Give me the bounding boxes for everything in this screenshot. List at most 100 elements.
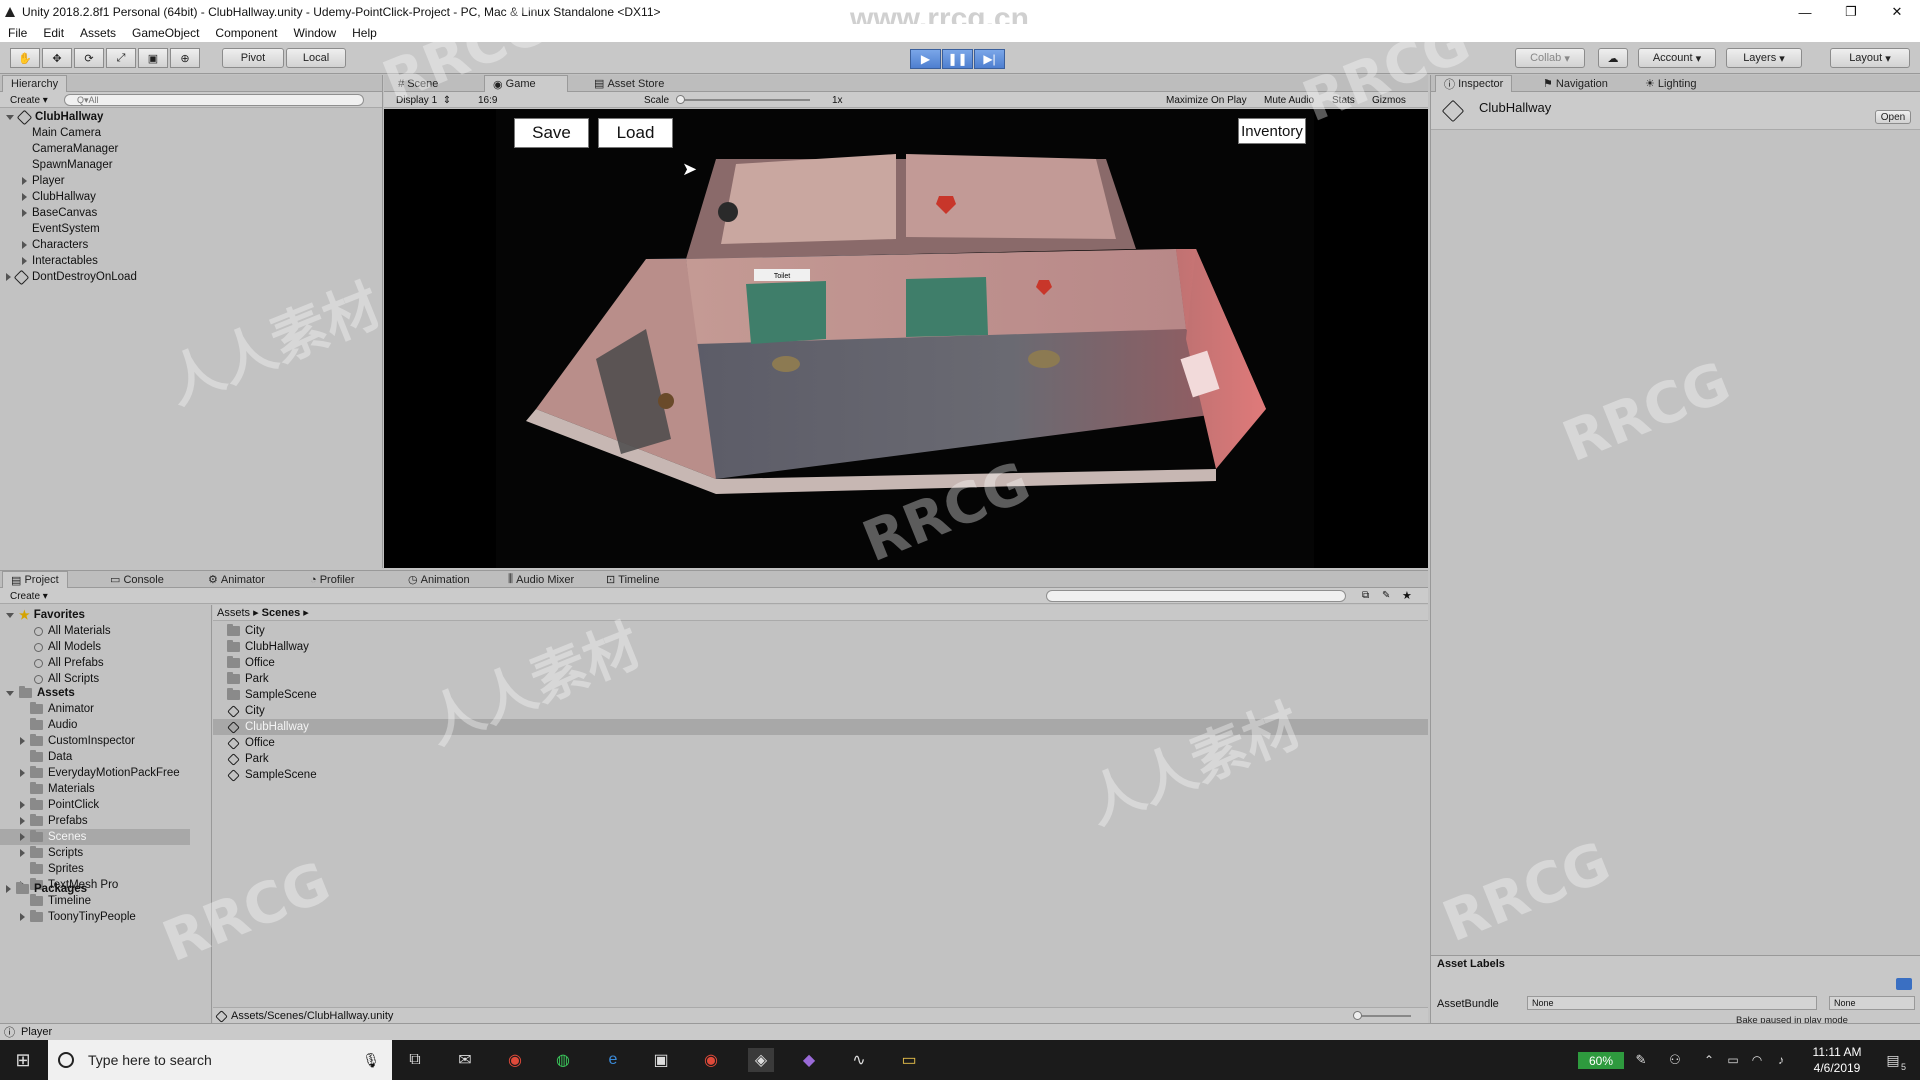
scale-tool-icon[interactable]: ⤢ xyxy=(106,48,136,68)
packages-root[interactable]: Packages xyxy=(6,881,87,897)
asset-folder-item[interactable]: Scenes xyxy=(0,829,190,845)
account-dropdown[interactable]: Account ▾ xyxy=(1638,48,1716,68)
hierarchy-item[interactable]: Player xyxy=(22,173,65,189)
label-tag-icon[interactable] xyxy=(1896,978,1912,990)
project-content-item[interactable]: Park xyxy=(213,671,1428,687)
step-button[interactable]: ▶| xyxy=(974,49,1005,69)
tab-lighting[interactable]: ☀ Lighting xyxy=(1637,75,1704,92)
unity-taskbar-icon[interactable]: ◈ xyxy=(748,1048,774,1072)
hierarchy-create-button[interactable]: Create ▾ xyxy=(6,94,52,107)
wifi-icon[interactable]: ◠ xyxy=(1744,1048,1770,1072)
volume-icon[interactable]: ♪ xyxy=(1768,1048,1794,1072)
assetbundle-dropdown[interactable]: None xyxy=(1527,996,1817,1010)
project-content-item[interactable]: ClubHallway xyxy=(213,719,1428,735)
asset-folder-item[interactable]: PointClick xyxy=(20,797,99,813)
project-content-item[interactable]: Park xyxy=(213,751,1428,767)
project-content-item[interactable]: SampleScene xyxy=(213,767,1428,783)
project-content-item[interactable]: Office xyxy=(213,735,1428,751)
project-create-button[interactable]: Create ▾ xyxy=(6,590,52,603)
hierarchy-item[interactable]: BaseCanvas xyxy=(22,205,97,221)
assetbundle-variant-dropdown[interactable]: None xyxy=(1829,996,1915,1010)
menu-assets[interactable]: Assets xyxy=(72,26,124,40)
tab-profiler[interactable]: ◔ Profiler xyxy=(302,571,363,588)
tab-scene[interactable]: # Scene xyxy=(390,75,446,92)
tab-animator[interactable]: ⚙ Animator xyxy=(200,571,273,588)
favorite-item[interactable]: All Materials xyxy=(34,623,111,639)
hierarchy-scene-root[interactable]: ClubHallway xyxy=(6,109,103,125)
tab-project[interactable]: ▤ Project xyxy=(2,571,68,588)
scale-slider-handle[interactable] xyxy=(676,95,685,104)
layers-dropdown[interactable]: Layers ▾ xyxy=(1726,48,1802,68)
pen-icon[interactable]: ✎ xyxy=(1628,1048,1654,1072)
display-dropdown[interactable]: Display 1 ⇕ xyxy=(392,94,462,107)
load-button[interactable]: Load xyxy=(598,118,673,148)
mute-audio-toggle[interactable]: Mute Audio xyxy=(1260,94,1318,107)
hierarchy-item[interactable]: EventSystem xyxy=(22,221,100,237)
project-content-item[interactable]: Office xyxy=(213,655,1428,671)
pivot-toggle[interactable]: Pivot xyxy=(222,48,284,68)
menu-edit[interactable]: Edit xyxy=(35,26,72,40)
hierarchy-item[interactable]: Interactables xyxy=(22,253,98,269)
hierarchy-item[interactable]: Main Camera xyxy=(22,125,101,141)
project-content-item[interactable]: SampleScene xyxy=(213,687,1428,703)
taskbar-search-box[interactable]: Type here to search 🎙 xyxy=(48,1040,392,1080)
asset-folder-item[interactable]: ToonyTinyPeople xyxy=(20,909,136,925)
scale-slider[interactable] xyxy=(680,99,810,101)
favorites-root[interactable]: ★ Favorites xyxy=(6,607,85,623)
chrome-profile-icon[interactable]: ◉ xyxy=(698,1048,724,1072)
menu-help[interactable]: Help xyxy=(344,26,385,40)
project-content-item[interactable]: City xyxy=(213,623,1428,639)
pause-button[interactable]: ❚❚ xyxy=(942,49,973,69)
file-explorer-icon[interactable]: ▭ xyxy=(896,1048,922,1072)
asset-folder-item[interactable]: Prefabs xyxy=(20,813,88,829)
tab-hierarchy[interactable]: Hierarchy xyxy=(2,75,68,92)
project-search-input[interactable] xyxy=(1046,590,1346,602)
rect-tool-icon[interactable]: ▣ xyxy=(138,48,168,68)
visual-studio-icon[interactable]: ◆ xyxy=(796,1048,822,1072)
menu-component[interactable]: Component xyxy=(207,26,285,40)
hierarchy-dontdestroy[interactable]: DontDestroyOnLoad xyxy=(6,269,137,285)
hierarchy-item[interactable]: ClubHallway xyxy=(22,189,96,205)
assets-root[interactable]: Assets xyxy=(6,685,75,701)
task-view-icon[interactable]: ⧉ xyxy=(402,1048,428,1072)
tab-game[interactable]: ◉ Game xyxy=(484,75,568,92)
restore-button[interactable]: ❐ xyxy=(1828,0,1874,24)
tab-navigation[interactable]: ⚑ Navigation xyxy=(1535,75,1616,92)
project-content-item[interactable]: ClubHallway xyxy=(213,639,1428,655)
layout-dropdown[interactable]: Layout ▾ xyxy=(1830,48,1910,68)
windows-start-icon[interactable]: ⊞ xyxy=(10,1048,36,1072)
gizmos-dropdown[interactable]: Gizmos xyxy=(1368,94,1410,107)
collab-dropdown[interactable]: Collab ▾ xyxy=(1515,48,1585,68)
chrome-icon[interactable]: ◉ xyxy=(502,1048,528,1072)
app-icon[interactable]: ∿ xyxy=(846,1048,872,1072)
tab-inspector[interactable]: ⓘ Inspector xyxy=(1435,75,1513,92)
tab-audio-mixer[interactable]: ⫼ Audio Mixer xyxy=(500,571,582,588)
favorite-item[interactable]: All Models xyxy=(34,639,101,655)
store-icon[interactable]: ▣ xyxy=(648,1048,674,1072)
hierarchy-item[interactable]: Characters xyxy=(22,237,88,253)
move-tool-icon[interactable]: ✥ xyxy=(42,48,72,68)
favorite-item[interactable]: All Prefabs xyxy=(34,655,104,671)
menu-gameobject[interactable]: GameObject xyxy=(124,26,207,40)
hand-tool-icon[interactable]: ✋ xyxy=(10,48,40,68)
cloud-icon[interactable]: ☁ xyxy=(1598,48,1628,68)
project-content-item[interactable]: City xyxy=(213,703,1428,719)
breadcrumb-assets[interactable]: Assets xyxy=(217,607,250,619)
aspect-dropdown[interactable]: 16:9 xyxy=(474,94,624,107)
local-toggle[interactable]: Local xyxy=(286,48,346,68)
stats-toggle[interactable]: Stats xyxy=(1328,94,1359,107)
hierarchy-item[interactable]: CameraManager xyxy=(22,141,118,157)
edge-icon[interactable]: e xyxy=(600,1048,626,1072)
battery-indicator[interactable]: 60% xyxy=(1578,1052,1624,1069)
whatsapp-icon[interactable]: ◍ xyxy=(550,1048,576,1072)
breadcrumb-scenes[interactable]: Scenes xyxy=(262,607,301,619)
tab-console[interactable]: ▭ Console xyxy=(102,571,172,588)
clock[interactable]: 11:11 AM 4/6/2019 xyxy=(1798,1044,1876,1076)
hierarchy-search-input[interactable]: Q▾All xyxy=(64,94,364,106)
battery-icon[interactable]: ▭ xyxy=(1720,1048,1746,1072)
microphone-icon[interactable]: 🎙 xyxy=(362,1052,380,1069)
tab-timeline[interactable]: ⊡ Timeline xyxy=(598,571,667,588)
asset-folder-item[interactable]: Animator xyxy=(20,701,94,717)
menu-window[interactable]: Window xyxy=(285,26,344,40)
asset-folder-item[interactable]: Scripts xyxy=(20,845,83,861)
